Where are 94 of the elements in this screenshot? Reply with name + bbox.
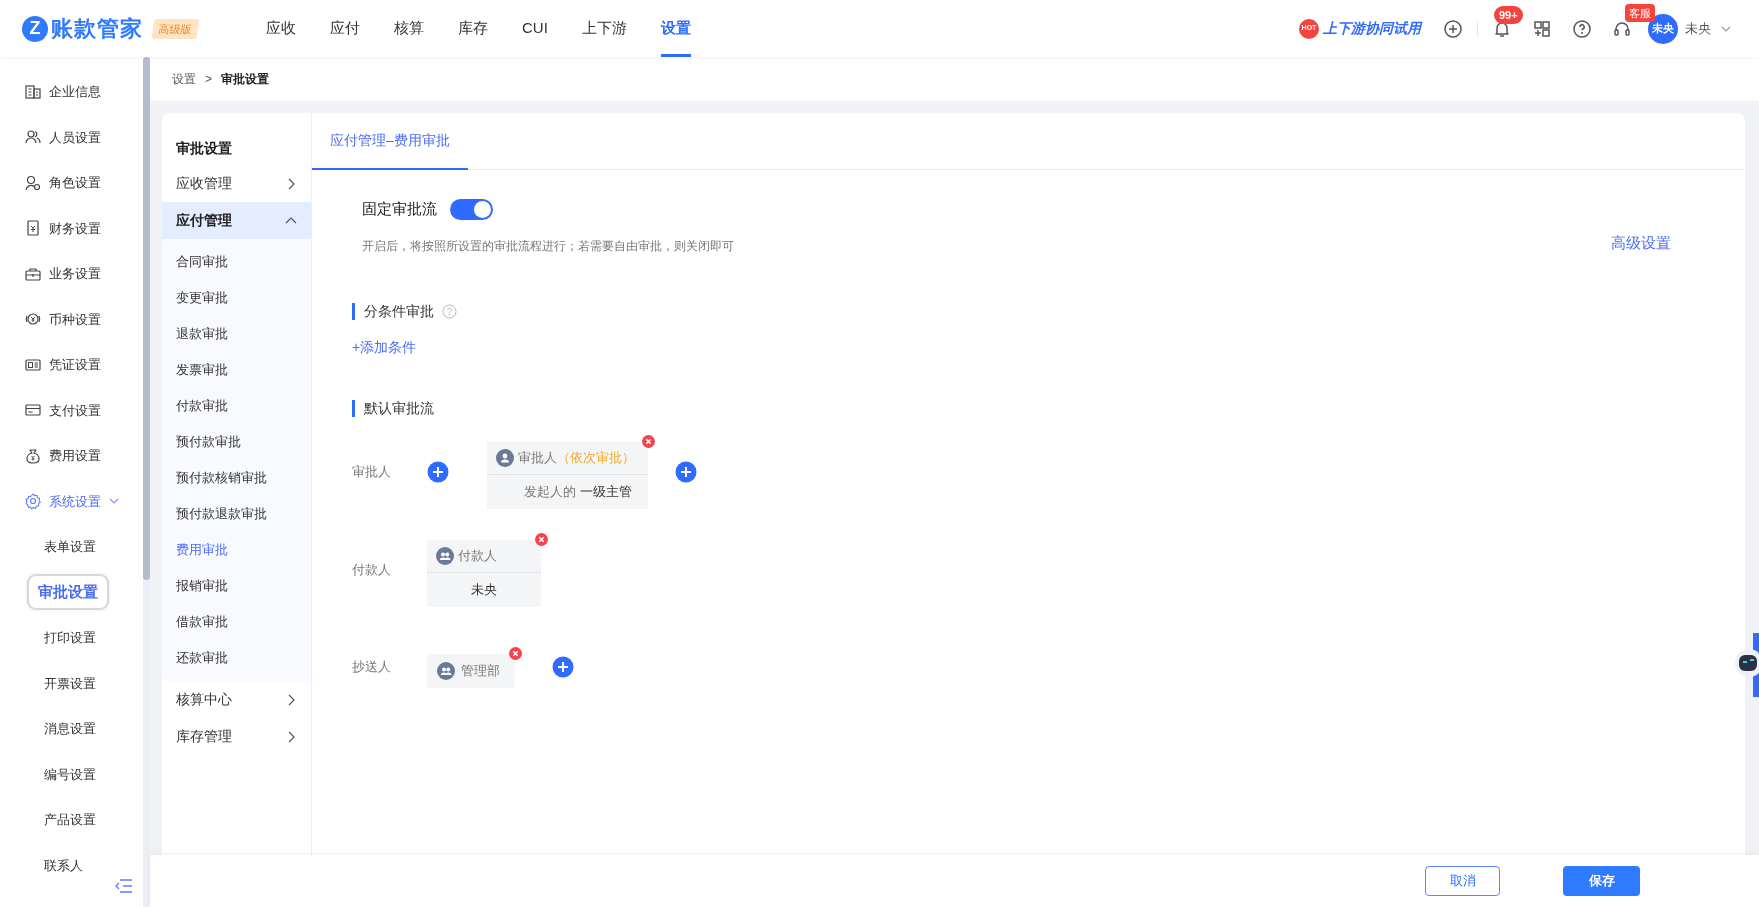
menu-item[interactable]: 预付款审批 [162,424,311,460]
sidebar-subitem[interactable]: 打印设置 [44,628,96,648]
sidebar-item[interactable]: 财务设置 [0,205,143,251]
approver-name: 一级主管 [579,482,632,501]
sidebar-building-icon [24,82,42,101]
collapse-menu-icon[interactable] [115,879,133,893]
menu-item[interactable]: 还款审批 [162,640,311,676]
menu-item[interactable]: 合同审批 [162,244,311,280]
scrollbar-thumb[interactable] [143,57,150,580]
row-label: 审批人 [352,462,392,481]
approver-source: 发起人的 [523,482,576,501]
sidebar-item[interactable]: 币种设置 [0,296,143,342]
nav-tab[interactable]: 库存 [458,0,488,57]
menu-item[interactable]: 费用审批 [162,532,311,568]
sidebar-item[interactable]: 系统设置 [0,478,143,524]
nav-tab[interactable]: 核算 [394,0,424,57]
nav-tab[interactable]: CUI [522,0,548,57]
support-badge: 客服 [1625,3,1655,22]
menu-item[interactable]: 付款审批 [162,388,311,424]
sidebar-ledger-icon [24,219,42,238]
sidebar-role-icon [24,173,42,192]
section-title: 分条件审批 [364,301,434,321]
nav-tab[interactable]: 应收 [266,0,296,57]
add-condition-link[interactable]: +添加条件 [352,336,417,358]
section-title: 默认审批流 [364,398,434,418]
edition-badge: 高级版 [151,18,200,39]
logo-mark: Z [22,15,48,42]
card-title: 付款人 [458,546,497,565]
sidebar-item[interactable]: 业务设置 [0,251,143,297]
menu-item[interactable]: 发票审批 [162,352,311,388]
nav-tab[interactable]: 上下游 [581,0,627,57]
group-icon [436,546,454,565]
sidebar-item[interactable]: 企业信息 [0,69,143,115]
breadcrumb-current: 审批设置 [221,71,269,88]
add-node-icon[interactable] [675,460,697,483]
logo-text: 账款管家 [51,15,143,43]
sidebar-gear-icon [24,492,42,511]
apps-icon[interactable] [1532,18,1552,39]
sidebar-subitem[interactable]: 开票设置 [44,673,96,693]
recipient-chip[interactable]: 管理部 [427,653,515,688]
menu-item[interactable]: 借款审批 [162,604,311,640]
remove-icon[interactable] [642,434,655,448]
approval-mode: （依次审批） [557,448,635,467]
approver-card[interactable]: 审批人（依次审批） 发起人的 一级主管 [487,441,648,509]
menu-item[interactable]: 预付款退款审批 [162,496,311,532]
menu-item[interactable]: 变更审批 [162,280,311,316]
toggle-switch[interactable] [450,198,493,220]
menu-group[interactable]: 应收管理 [162,165,311,202]
sidebar-subitem[interactable]: 产品设置 [44,810,96,830]
cancel-button[interactable]: 取消 [1425,866,1500,896]
add-icon[interactable] [1443,18,1463,39]
person-icon [496,448,514,467]
help-icon[interactable] [1572,18,1592,39]
add-node-icon[interactable] [427,460,449,483]
save-button[interactable]: 保存 [1563,866,1640,896]
sidebar-item[interactable]: 费用设置 [0,433,143,479]
group-icon [437,661,455,680]
menu-item[interactable]: 报销审批 [162,568,311,604]
breadcrumb-separator: > [205,71,212,88]
sidebar-subitem[interactable]: 表单设置 [44,537,96,557]
sidebar-subitem[interactable]: 消息设置 [44,719,96,739]
sidebar-item[interactable]: 人员设置 [0,114,143,160]
sidebar-item[interactable]: 支付设置 [0,387,143,433]
menu-group[interactable]: 应付管理 [162,202,311,239]
menu-group[interactable]: 核算中心 [162,681,311,718]
chip-label: 管理部 [461,661,500,680]
setting-description: 开启后，将按照所设置的审批流程进行；若需要自由审批，则关闭即可 [362,237,734,255]
sidebar-item[interactable]: 角色设置 [0,160,143,206]
menu-item[interactable]: 退款审批 [162,316,311,352]
approver-card[interactable]: 付款人 未央 [427,539,541,607]
sidebar-subitem[interactable]: 编号设置 [44,764,96,784]
sidebar-subitem[interactable]: 审批设置 [27,574,109,611]
menu-title: 审批设置 [175,139,233,158]
add-node-icon[interactable] [552,656,574,678]
sidebar-moneybag-icon [24,446,42,465]
nav-tab[interactable]: 应付 [330,0,360,57]
row-label: 付款人 [352,560,392,579]
remove-icon[interactable] [509,646,522,660]
sidebar-item[interactable]: 凭证设置 [0,342,143,388]
advanced-settings-link[interactable]: 高级设置 [1611,232,1671,255]
remove-icon[interactable] [535,532,548,546]
approver-name: 未央 [471,580,497,599]
menu-item[interactable]: 预付款核销审批 [162,460,311,496]
setting-label: 固定审批流 [362,199,437,219]
card-title: 审批人 [518,448,557,467]
sidebar-subitem[interactable]: 联系人 [44,855,83,875]
tab[interactable]: 应付管理–费用审批 [312,113,468,170]
promo-link[interactable]: 上下游协同试用 [1323,18,1421,39]
menu-group[interactable]: 库存管理 [162,718,311,755]
notification-count: 99+ [1494,5,1523,24]
row-label: 抄送人 [352,658,392,677]
chevron-down-icon[interactable] [1721,25,1731,32]
user-name[interactable]: 未央 [1685,18,1711,39]
breadcrumb-link[interactable]: 设置 [172,70,196,88]
